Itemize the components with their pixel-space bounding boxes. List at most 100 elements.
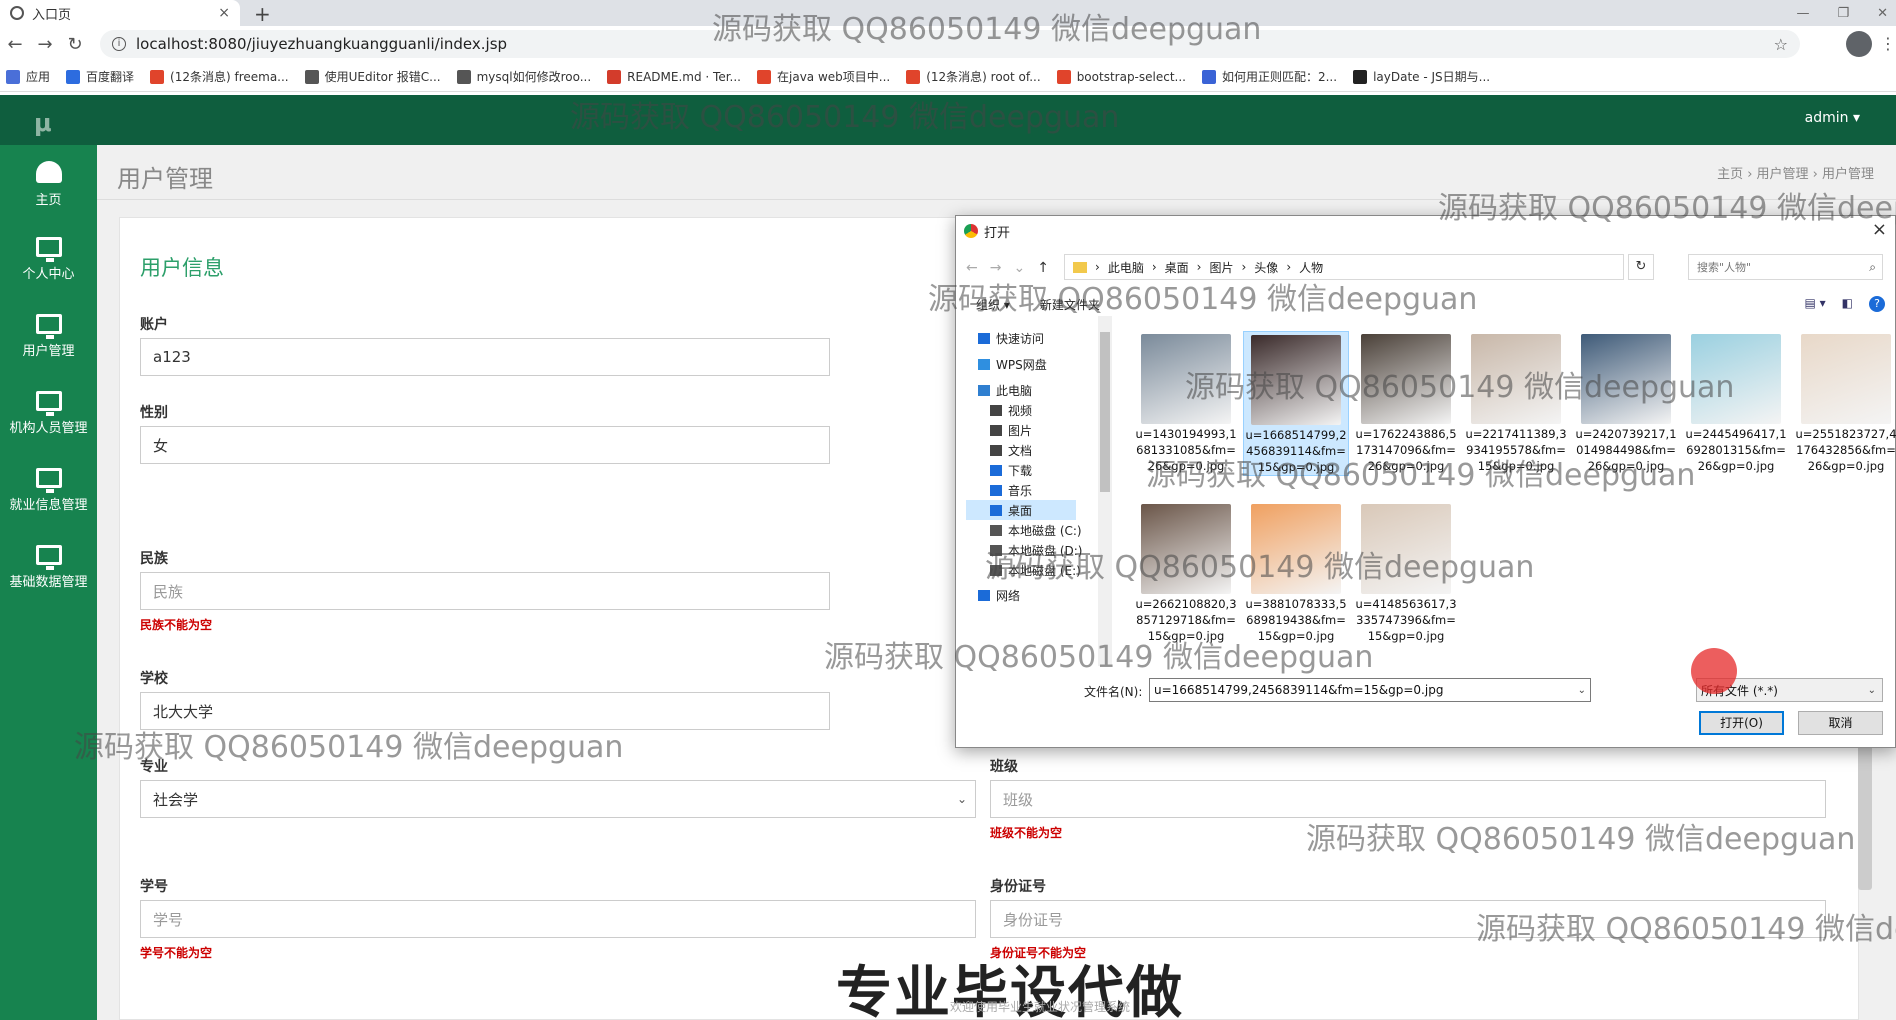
recent-icon[interactable]: ⌄	[1013, 260, 1025, 276]
bookmark-item[interactable]: bootstrap-select...	[1056, 69, 1186, 84]
refresh-icon[interactable]: ↻	[1628, 254, 1654, 280]
browser-tab[interactable]: 入口页 ×	[0, 0, 240, 26]
bookmark-item[interactable]: 百度翻译	[66, 68, 134, 85]
tree-item[interactable]: 桌面	[966, 500, 1076, 520]
school-input[interactable]: 北大大学	[140, 692, 830, 730]
section-title: 用户信息	[140, 256, 224, 280]
file-item[interactable]: u=2662108820,3857129718&fm=15&gp=0.jpg	[1133, 501, 1239, 644]
folder-search-input[interactable]: 搜索"人物" ⌕	[1688, 254, 1883, 280]
tree-item[interactable]: 下载	[966, 460, 1032, 480]
up-icon[interactable]: ↑	[1037, 260, 1049, 276]
file-item[interactable]: u=4148563617,3335747396&fm=15&gp=0.jpg	[1353, 501, 1459, 644]
bookmark-label: 在java web项目中...	[777, 70, 891, 84]
url-bar[interactable]: i localhost:8080/jiuyezhuangkuangguanli/…	[100, 30, 1800, 58]
tree-item[interactable]: 本地磁盘 (E:)	[966, 560, 1081, 580]
account-avatar-icon[interactable]	[1846, 31, 1872, 57]
back-icon[interactable]: ←	[0, 34, 30, 55]
kebab-menu-icon[interactable]: ⋮	[1880, 34, 1896, 53]
sidebar-item[interactable]: 基础数据管理	[0, 533, 97, 603]
forward-icon[interactable]: →	[990, 260, 1002, 276]
help-icon[interactable]: ?	[1869, 296, 1885, 312]
tree-scrollbar[interactable]	[1098, 316, 1112, 666]
bookmark-item[interactable]: layDate - JS日期与...	[1353, 68, 1490, 85]
view-mode-icon[interactable]: ▤ ▾	[1804, 296, 1825, 312]
class-input[interactable]: 班级	[990, 780, 1826, 818]
bookmark-item[interactable]: mysql如何修改roo...	[456, 68, 591, 85]
open-button[interactable]: 打开(O)	[1699, 711, 1784, 735]
file-item[interactable]: u=2445496417,1692801315&fm=26&gp=0.jpg	[1683, 331, 1789, 474]
path-segment[interactable]: 图片	[1209, 259, 1233, 276]
file-item[interactable]: u=1762243886,5173147096&fm=26&gp=0.jpg	[1353, 331, 1459, 474]
sidebar-item[interactable]: 个人中心	[0, 225, 97, 295]
user-menu-button[interactable]: admin ▾	[1805, 110, 1860, 126]
dialog-close-icon[interactable]: ×	[1872, 219, 1887, 240]
bookmark-item[interactable]: 在java web项目中...	[757, 68, 890, 85]
forward-icon[interactable]: →	[30, 34, 60, 55]
tree-item-label: 音乐	[1008, 483, 1033, 498]
bookmark-item[interactable]: README.md · Ter...	[607, 69, 741, 84]
tree-item[interactable]: 此电脑	[966, 380, 1032, 400]
tree-item[interactable]: 本地磁盘 (C:)	[966, 520, 1082, 540]
organize-menu[interactable]: 组织 ▾	[976, 296, 1010, 313]
bookmark-item[interactable]: 应用	[6, 68, 50, 85]
info-icon[interactable]: i	[112, 37, 126, 51]
tree-item[interactable]: 图片	[966, 420, 1032, 440]
tree-item[interactable]: 本地磁盘 (D:)	[966, 540, 1082, 560]
tree-item[interactable]: 网络	[966, 585, 1020, 605]
bookmark-favicon-icon	[1201, 69, 1216, 84]
file-item[interactable]: u=1668514799,2456839114&fm=15&gp=0.jpg	[1243, 331, 1349, 476]
reload-icon[interactable]: ↻	[60, 34, 90, 55]
preview-pane-icon[interactable]: ◧	[1842, 296, 1853, 312]
tree-item[interactable]: WPS网盘	[966, 354, 1047, 374]
sidebar-item[interactable]: 就业信息管理	[0, 456, 97, 526]
path-segment[interactable]: 桌面	[1165, 259, 1189, 276]
file-name: u=4148563617,3335747396&fm=15&gp=0.jpg	[1355, 597, 1457, 643]
bookmark-star-icon[interactable]: ☆	[1774, 35, 1788, 54]
window-close-icon[interactable]: ✕	[1877, 6, 1888, 21]
minimize-icon[interactable]: —	[1796, 6, 1809, 21]
bookmark-item[interactable]: (12条消息) root of...	[906, 68, 1041, 85]
bookmark-favicon-icon	[150, 69, 165, 84]
file-item[interactable]: u=2217411389,3934195578&fm=15&gp=0.jpg	[1463, 331, 1569, 474]
restore-icon[interactable]: ❐	[1837, 6, 1849, 21]
sidebar-item-label: 机构人员管理	[9, 421, 88, 436]
sidebar-item[interactable]: 用户管理	[0, 302, 97, 372]
file-item[interactable]: u=2420739217,1014984498&fm=26&gp=0.jpg	[1573, 331, 1679, 474]
path-segment[interactable]: 人物	[1299, 259, 1323, 276]
path-breadcrumb[interactable]: › 此电脑 › 桌面 › 图片 › 头像 › 人物	[1064, 254, 1624, 280]
bookmark-favicon-icon	[1353, 69, 1368, 84]
breadcrumb[interactable]: 主页 › 用户管理 › 用户管理	[1717, 163, 1874, 182]
page-scrollbar[interactable]	[1858, 740, 1872, 890]
id-card-input[interactable]: 身份证号	[990, 900, 1826, 938]
filename-input[interactable]: u=1668514799,2456839114&fm=15&gp=0.jpg ⌄	[1149, 678, 1591, 702]
tree-item[interactable]: 文档	[966, 440, 1032, 460]
sidebar-item[interactable]: 机构人员管理	[0, 379, 97, 449]
bookmark-label: 使用UEditor 报错C...	[324, 70, 441, 84]
cancel-button[interactable]: 取消	[1798, 711, 1883, 735]
ethnicity-input[interactable]: 民族	[140, 572, 830, 610]
file-item[interactable]: u=2551823727,4176432856&fm=26&gp=0.jpg	[1793, 331, 1896, 474]
new-folder-button[interactable]: 新建文件夹	[1040, 296, 1100, 313]
file-item[interactable]: u=3881078333,5689819438&fm=15&gp=0.jpg	[1243, 501, 1349, 644]
bookmark-item[interactable]: 如何用正则匹配：2...	[1201, 68, 1337, 85]
account-input[interactable]: a123	[140, 338, 830, 376]
chevron-down-icon[interactable]: ⌄	[1578, 685, 1586, 696]
major-select[interactable]: 社会学 ⌄	[140, 780, 976, 818]
bookmark-favicon-icon	[757, 69, 771, 84]
sidebar-item[interactable]: 主页	[0, 149, 97, 219]
tree-scroll-thumb[interactable]	[1100, 332, 1110, 492]
gender-select[interactable]: 女	[140, 426, 830, 464]
file-item[interactable]: u=1430194993,1681331085&fm=26&gp=0.jpg	[1133, 331, 1239, 474]
tree-item[interactable]: 视频	[966, 400, 1032, 420]
path-segment[interactable]: 此电脑	[1108, 259, 1144, 276]
tree-item[interactable]: 音乐	[966, 480, 1032, 500]
new-tab-button[interactable]: +	[254, 2, 271, 26]
student-no-input[interactable]: 学号	[140, 900, 976, 938]
back-icon[interactable]: ←	[966, 260, 978, 276]
bookmark-item[interactable]: (12条消息) freema...	[150, 68, 289, 85]
close-tab-icon[interactable]: ×	[218, 5, 230, 21]
tree-item[interactable]: 快速访问	[966, 328, 1044, 348]
bookmark-item[interactable]: 使用UEditor 报错C...	[304, 68, 441, 85]
path-segment[interactable]: 头像	[1254, 259, 1278, 276]
url-text[interactable]: localhost:8080/jiuyezhuangkuangguanli/in…	[136, 35, 507, 53]
